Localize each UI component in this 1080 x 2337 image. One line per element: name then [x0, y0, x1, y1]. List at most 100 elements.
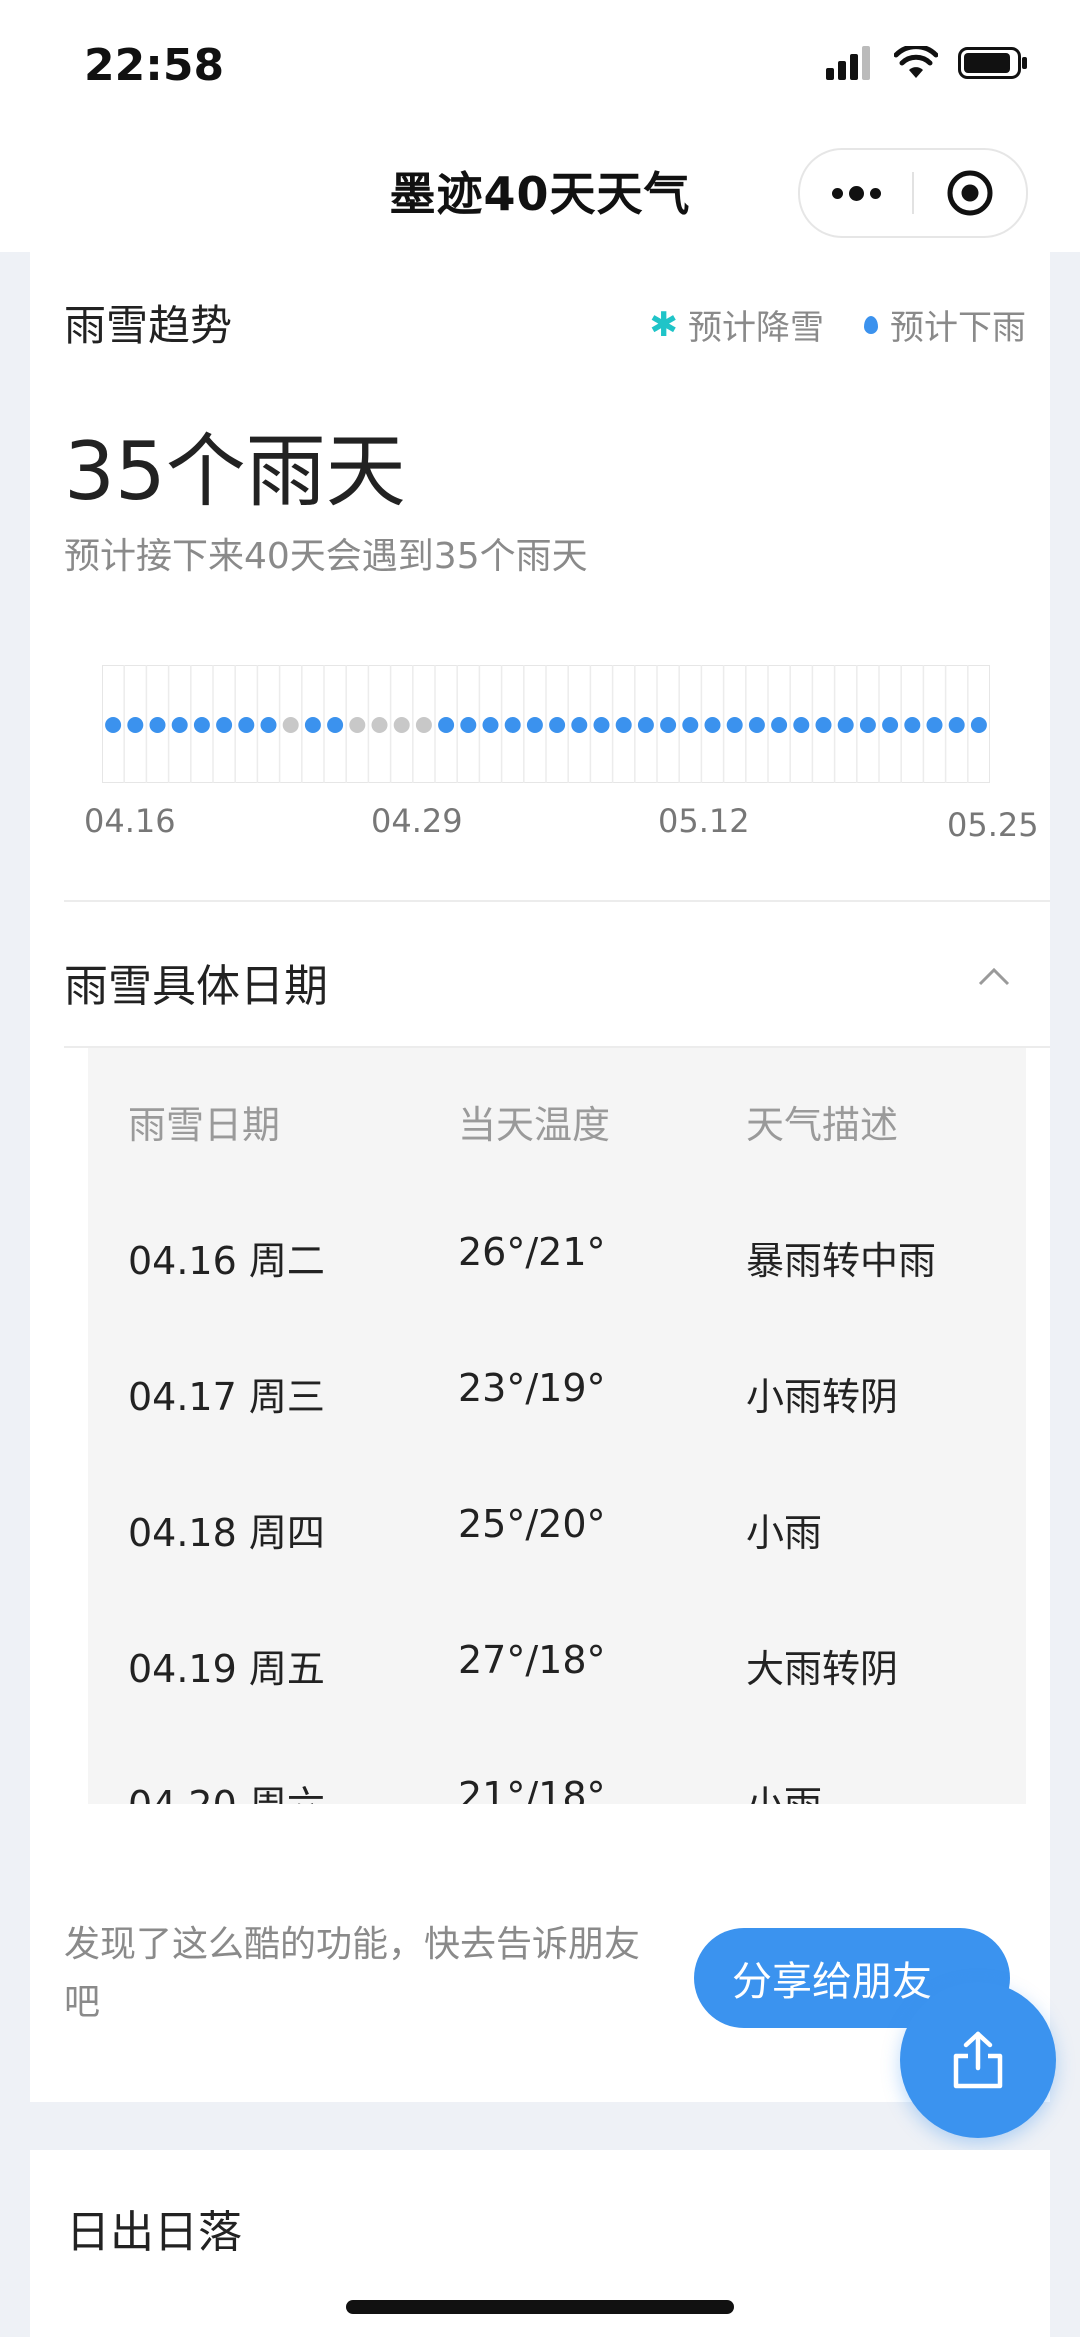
more-dot-icon — [869, 187, 881, 199]
mini-program-capsule — [798, 148, 1028, 238]
rain-days-subtitle: 预计接下来40天会遇到35个雨天 — [64, 536, 588, 577]
row-temp: 25°/20° — [458, 1502, 606, 1546]
share-button-label: 分享给朋友 — [732, 1959, 932, 2005]
rain-day-dot — [460, 717, 477, 733]
rain-day-dot — [171, 717, 188, 733]
rain-day-dot — [793, 717, 810, 733]
status-icons — [826, 46, 1028, 80]
rain-day-dot — [704, 717, 721, 733]
share-icon — [953, 2031, 1003, 2089]
axis-label: 04.16 — [84, 802, 176, 840]
row-desc: 小雨转阴 — [746, 1375, 899, 1419]
rain-day-dot — [549, 717, 566, 733]
rain-day-dot — [127, 717, 144, 733]
column-header: 天气描述 — [746, 1103, 899, 1147]
dry-day-dot — [282, 717, 299, 733]
rain-day-dot — [660, 717, 677, 733]
share-prompt-text: 发现了这么酷的功能，快去告诉朋友吧 — [64, 1924, 641, 2023]
rain-dates-title: 雨雪具体日期 — [64, 961, 328, 1012]
rain-day-dot — [304, 717, 321, 733]
rain-day-dot — [904, 717, 921, 733]
rain-day-dot-chart — [102, 665, 990, 783]
more-button[interactable] — [800, 185, 912, 201]
close-button[interactable] — [914, 168, 1026, 218]
dry-day-dot — [371, 717, 388, 733]
rain-day-dot — [726, 717, 743, 733]
table-row: 04.18 周四 25°/20° 小雨 — [88, 1456, 1026, 1592]
rain-day-dot — [216, 717, 233, 733]
rain-days-headline: 35个雨天 — [64, 425, 406, 518]
status-bar: 22:58 — [0, 0, 1080, 130]
rain-dates-table: 雨雪日期 当天温度 天气描述 04.16 周二 26°/21° 暴雨转中雨 04… — [88, 1048, 1026, 1804]
target-close-icon — [947, 170, 993, 216]
wifi-icon — [894, 46, 938, 78]
section-divider — [64, 900, 1050, 902]
row-temp: 27°/18° — [458, 1638, 606, 1682]
rain-day-dot — [438, 717, 455, 733]
row-desc: 小雨 — [746, 1511, 823, 1555]
axis-label: 05.12 — [658, 802, 750, 840]
column-header: 当天温度 — [458, 1103, 611, 1147]
table-row: 04.16 周二 26°/21° 暴雨转中雨 — [88, 1184, 1026, 1320]
table-row: 04.17 周三 23°/19° 小雨转阴 — [88, 1320, 1026, 1456]
rain-day-dot — [748, 717, 765, 733]
rain-day-dot — [637, 717, 654, 733]
rain-day-dot — [238, 717, 255, 733]
row-temp: 23°/19° — [458, 1366, 606, 1410]
axis-label: 05.25 — [947, 806, 1039, 844]
chevron-up-icon[interactable] — [976, 964, 1012, 988]
dry-day-dot — [393, 717, 410, 733]
rain-day-dot — [482, 717, 499, 733]
rain-day-dot — [970, 717, 987, 733]
legend-snow: ✱ 预计降雪 — [650, 300, 825, 349]
raindrop-icon — [864, 315, 878, 334]
rain-day-dot — [526, 717, 543, 733]
rain-day-dot — [105, 717, 122, 733]
row-date: 04.17 周三 — [128, 1375, 325, 1419]
nav-bar: 墨迹40天天气 — [0, 130, 1080, 252]
row-desc: 暴雨转中雨 — [746, 1239, 937, 1283]
rain-day-dot — [327, 717, 344, 733]
more-dot-icon — [831, 187, 843, 199]
rain-day-dot — [859, 717, 876, 733]
rain-day-dot — [615, 717, 632, 733]
home-indicator — [346, 2300, 734, 2314]
legend-snow-label: 预计降雪 — [688, 308, 824, 348]
rain-day-dot — [948, 717, 965, 733]
rain-day-dot — [882, 717, 899, 733]
share-fab-button[interactable] — [900, 1982, 1056, 2138]
rain-day-dot — [926, 717, 943, 733]
column-header: 雨雪日期 — [128, 1103, 281, 1147]
rain-trend-card: 雨雪趋势 ✱ 预计降雪 预计下雨 35个雨天 预计接下来40天会遇到35个雨天 … — [30, 252, 1056, 2138]
row-desc: 大雨转阴 — [746, 1647, 899, 1691]
legend-rain-label: 预计下雨 — [890, 308, 1026, 348]
dry-day-dot — [349, 717, 366, 733]
rain-day-dot — [771, 717, 788, 733]
dry-day-dot — [415, 717, 432, 733]
rain-day-dot — [260, 717, 277, 733]
row-date: 04.18 周四 — [128, 1511, 325, 1555]
battery-icon — [958, 47, 1027, 79]
rain-day-dot — [682, 717, 699, 733]
row-date: 04.19 周五 — [128, 1647, 325, 1691]
row-temp: 21°/18° — [458, 1774, 606, 1804]
row-date: 04.20 周六 — [128, 1774, 325, 1804]
table-header: 雨雪日期 当天温度 天气描述 — [88, 1048, 1026, 1184]
row-desc: 小雨 — [746, 1774, 822, 1804]
row-temp: 26°/21° — [458, 1230, 606, 1274]
rain-day-dot — [571, 717, 588, 733]
table-row: 04.19 周五 27°/18° 大雨转阴 — [88, 1592, 1026, 1728]
rain-day-dot — [593, 717, 610, 733]
axis-label: 04.29 — [371, 802, 463, 840]
date-axis: 04.16 04.29 05.12 05.25 — [84, 802, 1039, 852]
rain-day-dot — [504, 717, 521, 733]
cellular-signal-icon — [826, 46, 870, 80]
rain-day-dot — [149, 717, 166, 733]
table-row: 04.20 周六 21°/18° 小雨 — [88, 1728, 1026, 1804]
rain-day-dot — [193, 717, 210, 733]
rain-day-dot — [837, 717, 854, 733]
row-date: 04.16 周二 — [128, 1239, 325, 1283]
snowflake-icon: ✱ — [649, 304, 679, 345]
more-dot-icon — [848, 185, 864, 201]
sunrise-sunset-title: 日出日落 — [66, 2207, 242, 2258]
